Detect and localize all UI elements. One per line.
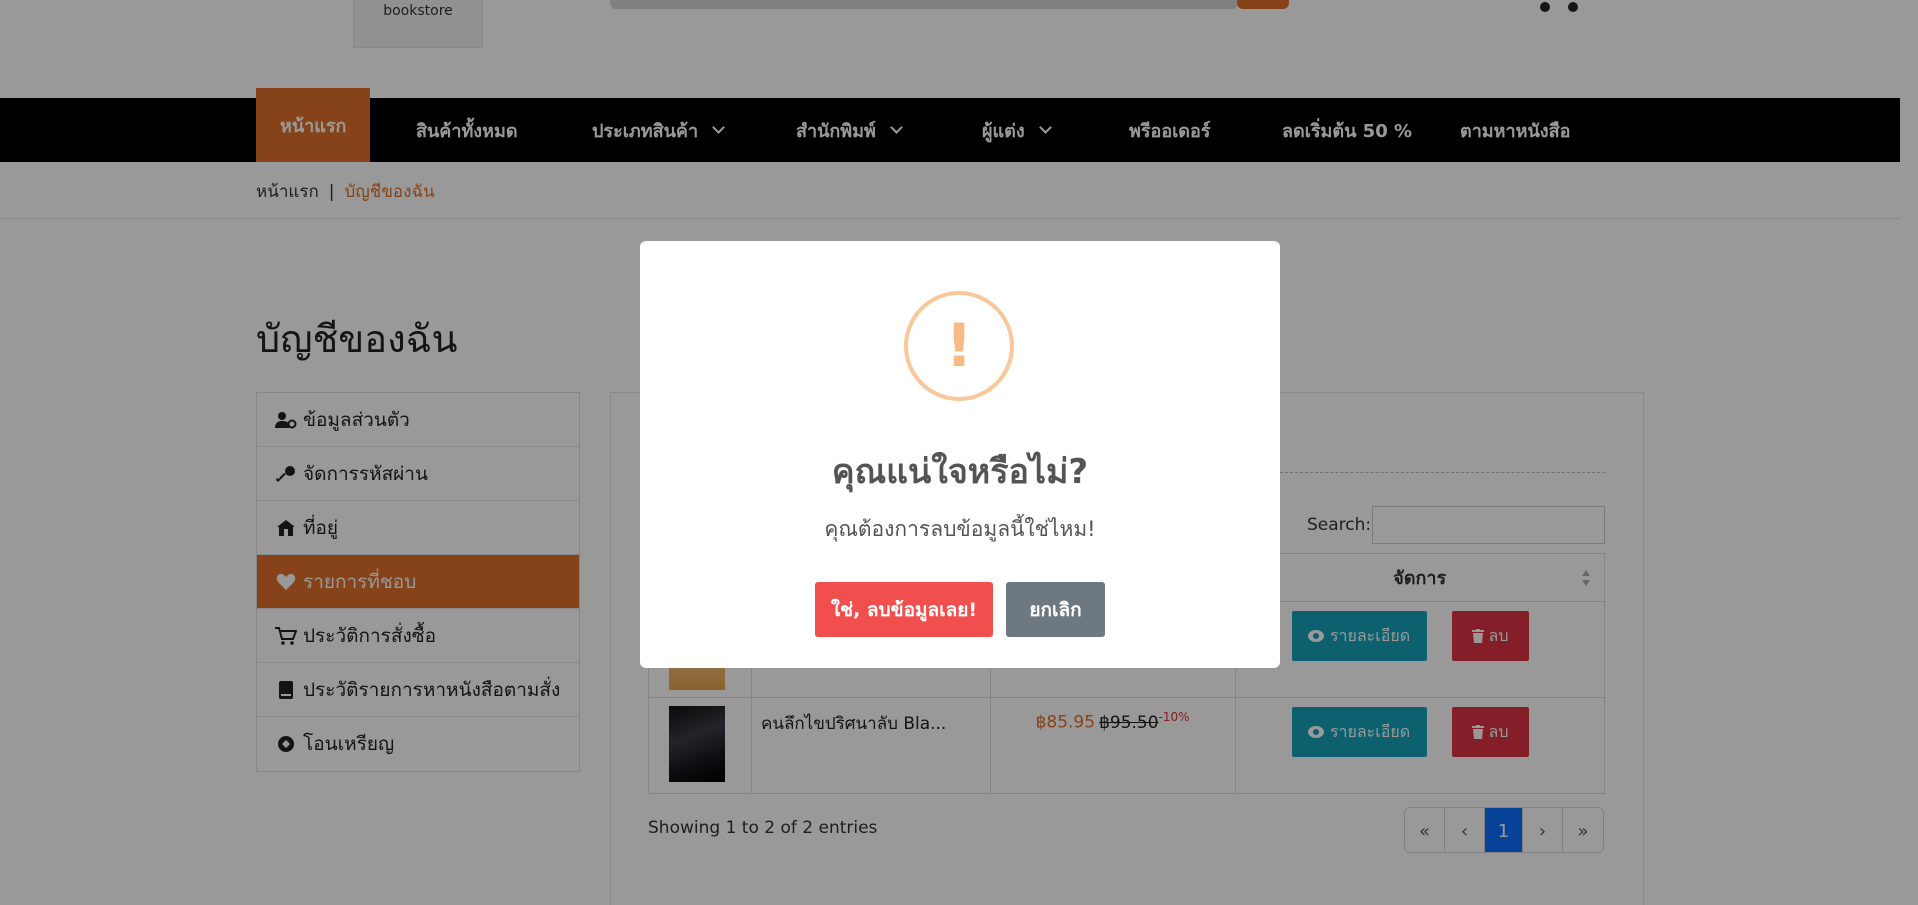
warning-icon: !: [904, 291, 1014, 401]
cancel-button[interactable]: ยกเลิก: [1006, 582, 1105, 637]
warning-glyph: !: [945, 311, 973, 381]
confirm-delete-dialog: ! คุณแน่ใจหรือไม่? คุณต้องการลบข้อมูลนี้…: [640, 241, 1280, 668]
dialog-actions: ใช่, ลบข้อมูลเลย! ยกเลิก: [640, 582, 1280, 637]
dialog-title: คุณแน่ใจหรือไม่?: [831, 452, 1089, 492]
dialog-message: คุณต้องการลบข้อมูลนี้ใช่ไหม!: [824, 517, 1096, 541]
confirm-delete-button[interactable]: ใช่, ลบข้อมูลเลย!: [815, 582, 993, 637]
